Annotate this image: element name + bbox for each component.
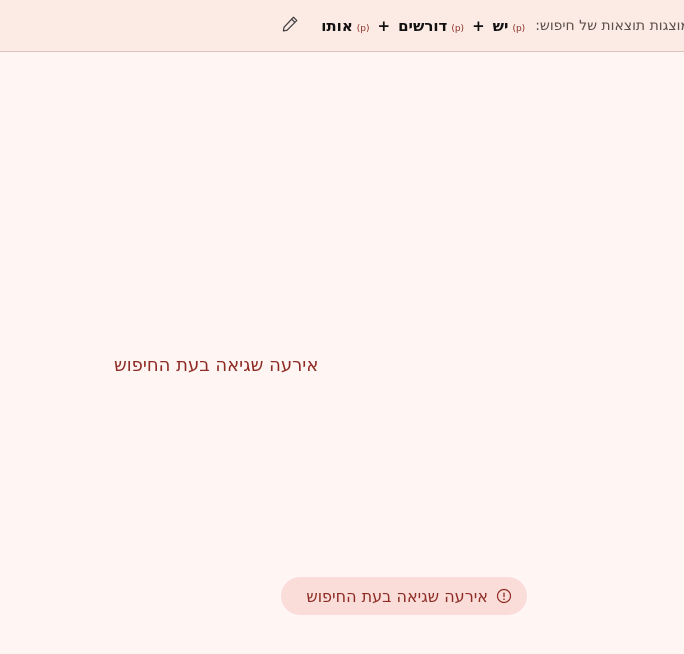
- toast-message: אירעה שגיאה בעת החיפוש: [306, 586, 488, 606]
- search-term: אותו: [321, 16, 353, 35]
- search-results-label: מוצגות תוצאות של חיפוש:: [535, 17, 684, 34]
- term-tag: (p): [451, 23, 465, 34]
- plus-separator: +: [472, 16, 485, 35]
- term-tag: (p): [512, 23, 526, 34]
- plus-separator: +: [377, 16, 391, 35]
- error-toast: אירעה שגיאה בעת החיפוש: [281, 577, 527, 615]
- search-term: דורשים: [398, 16, 448, 35]
- search-error-message: אירעה שגיאה בעת החיפוש: [114, 355, 319, 376]
- term-tag: (p): [356, 23, 370, 34]
- edit-search-button[interactable]: [279, 15, 301, 37]
- search-header: מוצגות תוצאות של חיפוש: (p) יש + (p) דור…: [0, 0, 684, 52]
- pencil-icon: [281, 15, 299, 37]
- search-term: יש: [492, 16, 509, 35]
- search-terms: (p) יש + (p) דורשים + (p) אותו: [321, 17, 525, 35]
- info-circle-icon: [496, 588, 512, 604]
